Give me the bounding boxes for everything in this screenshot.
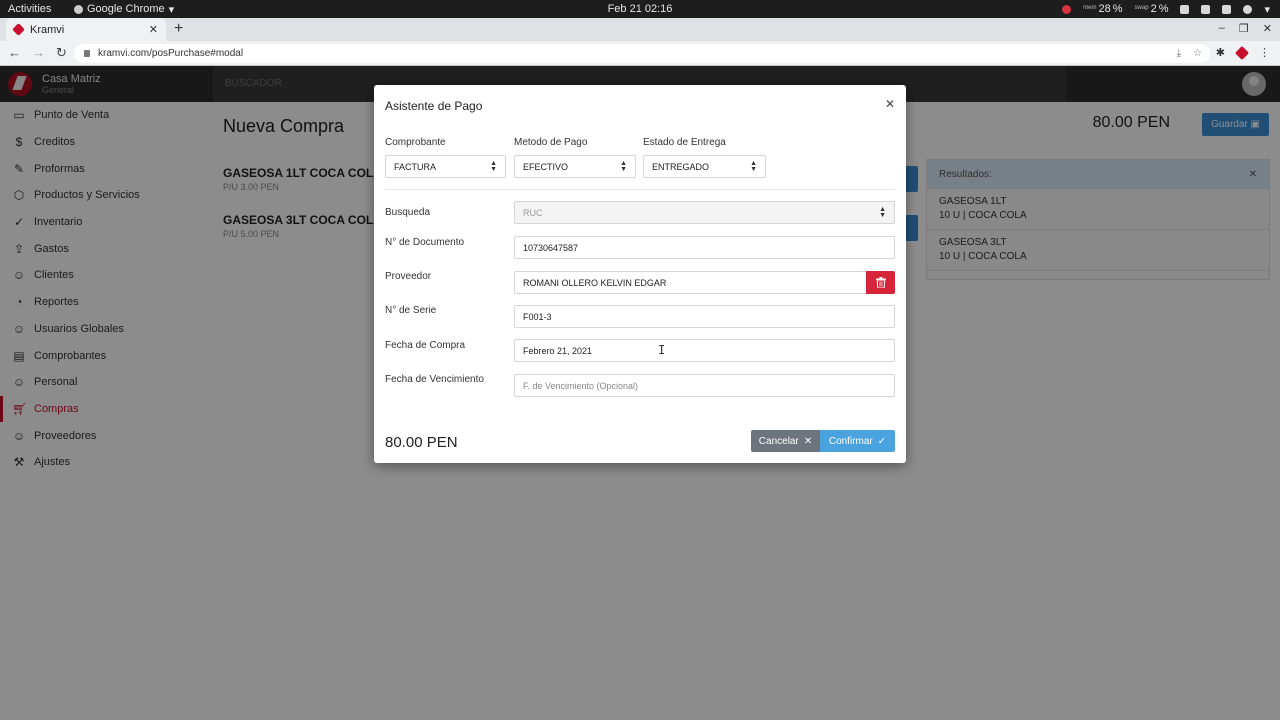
memory-label: mem <box>1083 5 1097 11</box>
text-cursor-icon: I <box>658 343 666 357</box>
memory-value: 28 <box>1098 3 1111 15</box>
busqueda-label: Busqueda <box>385 207 431 218</box>
close-icon: ✕ <box>803 435 813 447</box>
divider <box>385 189 895 190</box>
estado-entrega-value: ENTREGADO <box>652 161 710 172</box>
bookmark-star-icon[interactable]: ☆ <box>1193 48 1202 59</box>
network-icon <box>1180 4 1190 14</box>
select-caret-icon: ▲ ▼ <box>879 205 886 219</box>
kramvi-favicon-icon <box>12 23 25 36</box>
select-caret-icon: ▲ ▼ <box>490 159 497 173</box>
swap-label: swap <box>1134 5 1149 11</box>
reload-icon[interactable]: ↻ <box>56 45 67 61</box>
extensions-puzzle-icon[interactable]: ✱ <box>1216 46 1225 59</box>
fecha-vencimiento-label: Fecha de Vencimiento <box>385 374 484 385</box>
window-controls: – ❐ ✕ <box>1219 22 1272 35</box>
trash-icon <box>875 277 886 288</box>
comprobante-label: Comprobante <box>385 137 446 148</box>
omnibox-actions: ⤓ ☆ <box>1177 48 1202 59</box>
fecha-compra-label: Fecha de Compra <box>385 340 466 351</box>
checkmark-icon: ✓ <box>877 435 887 447</box>
metodo-pago-select[interactable]: EFECTIVO ▲ ▼ <box>514 155 636 178</box>
tab-strip: Kramvi ✕ + – ❐ ✕ <box>0 18 1280 41</box>
tab-title: Kramvi <box>30 23 65 36</box>
kramvi-extension-icon[interactable] <box>1234 45 1250 60</box>
modal-total: 80.00 PEN <box>385 434 458 451</box>
modal-title: Asistente de Pago <box>385 99 483 113</box>
busqueda-value: RUC <box>523 207 543 218</box>
browser-menu-icon[interactable]: ⋮ <box>1259 46 1270 59</box>
new-tab-icon[interactable]: + <box>174 20 183 38</box>
estado-entrega-select[interactable]: ENTREGADO ▲ ▼ <box>643 155 766 178</box>
lock-icon[interactable] <box>84 50 90 57</box>
select-caret-icon: ▲ ▼ <box>620 159 627 173</box>
close-tab-icon[interactable]: ✕ <box>149 23 158 36</box>
back-icon[interactable]: ← <box>8 45 21 61</box>
payment-wizard-modal: Asistente de Pago ✕ Comprobante FACTURA … <box>374 85 906 463</box>
system-tray[interactable]: mem 28% swap 2% ▾ <box>1062 3 1270 16</box>
browser-tab[interactable]: Kramvi ✕ <box>6 18 166 41</box>
memory-indicator: mem 28% <box>1083 3 1123 15</box>
restore-icon[interactable]: ❐ <box>1239 22 1249 35</box>
status-icon <box>1062 4 1072 14</box>
system-top-bar: Activities Google Chrome ▾ Feb 21 02:16 … <box>0 0 1280 18</box>
swap-indicator: swap 2% <box>1134 3 1169 15</box>
comprobante-select[interactable]: FACTURA ▲ ▼ <box>385 155 506 178</box>
chevron-down-icon: ▾ <box>168 3 175 16</box>
chrome-icon <box>74 4 83 14</box>
delete-proveedor-button[interactable] <box>866 271 895 294</box>
forward-icon[interactable]: → <box>32 45 45 61</box>
clock[interactable]: Feb 21 02:16 <box>608 3 673 15</box>
extensions-area: ✱ ⋮ <box>1216 45 1270 60</box>
install-icon[interactable]: ⤓ <box>1177 48 1181 59</box>
app-menu[interactable]: Google Chrome ▾ <box>74 3 174 16</box>
documento-label: N° de Documento <box>385 237 465 248</box>
proveedor-field[interactable]: ROMANI OLLERO KELVIN EDGAR <box>514 271 867 294</box>
volume-icon <box>1201 4 1211 14</box>
app-menu-label: Google Chrome <box>87 3 165 15</box>
navigation-buttons: ← → ↻ <box>8 45 67 61</box>
busqueda-select[interactable]: RUC ▲ ▼ <box>514 201 895 224</box>
serie-label: N° de Serie <box>385 305 437 316</box>
fecha-vencimiento-field[interactable]: F. de Vencimiento (Opcional) <box>514 374 895 397</box>
cancel-label: Cancelar <box>758 435 799 447</box>
power-icon <box>1243 4 1253 14</box>
cancel-button[interactable]: Cancelar ✕ <box>751 430 820 452</box>
url-input[interactable]: kramvi.com/posPurchase#modal ⤓ ☆ <box>74 44 1210 63</box>
proveedor-label: Proveedor <box>385 271 432 282</box>
comprobante-value: FACTURA <box>394 161 437 172</box>
swap-value: 2 <box>1150 3 1157 15</box>
serie-field[interactable]: F001-3 <box>514 305 895 328</box>
select-caret-icon: ▲ ▼ <box>750 159 757 173</box>
estado-entrega-label: Estado de Entrega <box>643 137 726 148</box>
close-window-icon[interactable]: ✕ <box>1263 22 1272 35</box>
activities-button[interactable]: Activities <box>8 3 51 15</box>
chevron-down-icon: ▾ <box>1264 3 1270 16</box>
close-icon[interactable]: ✕ <box>885 97 895 111</box>
minimize-icon[interactable]: – <box>1219 22 1225 35</box>
fecha-compra-field[interactable]: Febrero 21, 2021 <box>514 339 895 362</box>
documento-field[interactable]: 10730647587 <box>514 236 895 259</box>
url-text: kramvi.com/posPurchase#modal <box>98 48 244 59</box>
metodo-pago-value: EFECTIVO <box>523 161 569 172</box>
confirm-label: Confirmar <box>828 435 873 447</box>
confirm-button[interactable]: Confirmar ✓ <box>820 430 895 452</box>
microphone-icon <box>1222 4 1232 14</box>
metodo-pago-label: Metodo de Pago <box>514 137 588 148</box>
address-bar-row: ← → ↻ kramvi.com/posPurchase#modal ⤓ ☆ ✱… <box>0 41 1280 66</box>
